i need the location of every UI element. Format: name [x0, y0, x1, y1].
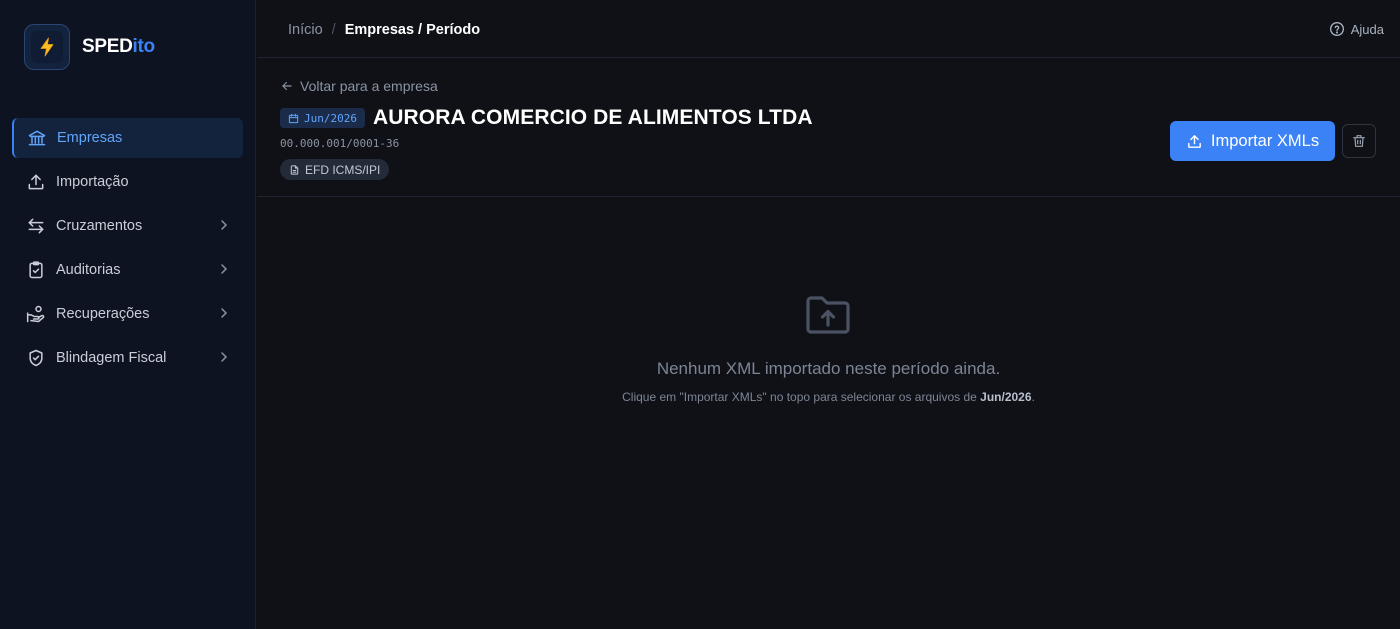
back-link[interactable]: Voltar para a empresa: [280, 78, 438, 94]
calendar-icon: [288, 113, 299, 123]
sidebar-item-label: Empresas: [57, 130, 123, 146]
company-cnpj: 00.000.001/0001-36: [280, 137, 400, 150]
arrows-swap-icon: [26, 216, 46, 236]
doc-type-badge: EFD ICMS/IPI: [280, 159, 390, 180]
help-circle-icon: [1329, 22, 1344, 36]
trash-icon: [1353, 135, 1365, 147]
sidebar-nav: Empresas Importação Cruzamentos Auditori…: [12, 118, 243, 382]
help-button[interactable]: Ajuda: [1329, 21, 1384, 37]
bank-icon: [27, 128, 47, 148]
doc-type-label: EFD ICMS/IPI: [305, 162, 381, 177]
chevron-right-icon: [221, 220, 228, 230]
sidebar-item-recuperacoes[interactable]: Recuperações: [12, 294, 243, 334]
brand[interactable]: SPEDito: [24, 24, 155, 70]
chevron-right-icon: [221, 308, 228, 318]
chevron-right-icon: [221, 352, 228, 362]
company-name: AURORA COMERCIO DE ALIMENTOS LTDA: [373, 106, 813, 129]
sidebar-item-label: Importação: [56, 174, 129, 190]
brand-logo: [24, 24, 70, 70]
period-badge: Jun/2026: [280, 108, 365, 128]
sidebar-item-label: Cruzamentos: [56, 218, 143, 234]
sidebar: SPEDito Empresas Importação Cruzamentos …: [0, 0, 256, 629]
sidebar-item-auditorias[interactable]: Auditorias: [12, 250, 243, 290]
back-link-label: Voltar para a empresa: [300, 78, 438, 94]
help-label: Ajuda: [1350, 21, 1384, 37]
breadcrumb: Início / Empresas / Período: [288, 22, 480, 38]
clipboard-check-icon: [26, 260, 46, 280]
folder-upload-icon: [806, 296, 850, 334]
hand-coins-icon: [26, 304, 46, 324]
topbar: Início / Empresas / Período Ajuda: [257, 0, 1400, 58]
empty-state: Nenhum XML importado neste período ainda…: [257, 197, 1400, 629]
period-header: Voltar para a empresa Jun/2026 AURORA CO…: [257, 58, 1400, 197]
sidebar-item-blindagem-fiscal[interactable]: Blindagem Fiscal: [12, 338, 243, 378]
empty-state-period: Jun/2026: [980, 390, 1032, 404]
upload-icon: [1188, 134, 1201, 148]
arrow-left-icon: [282, 81, 292, 91]
sidebar-item-importacao[interactable]: Importação: [12, 162, 243, 202]
file-text-icon: [290, 164, 299, 175]
delete-period-button[interactable]: [1342, 124, 1376, 158]
sidebar-item-label: Blindagem Fiscal: [56, 350, 167, 366]
upload-icon: [26, 172, 46, 192]
sidebar-item-empresas[interactable]: Empresas: [12, 118, 243, 158]
import-xmls-button[interactable]: Importar XMLs: [1170, 121, 1335, 161]
period-label: Jun/2026: [304, 111, 357, 125]
chevron-right-icon: [221, 264, 228, 274]
sidebar-item-cruzamentos[interactable]: Cruzamentos: [12, 206, 243, 246]
lightning-icon: [40, 37, 54, 57]
empty-state-title: Nenhum XML importado neste período ainda…: [656, 359, 1001, 378]
empty-state-subtitle: Clique em "Importar XMLs" no topo para s…: [622, 390, 1035, 404]
sidebar-item-label: Recuperações: [56, 306, 150, 322]
sidebar-item-label: Auditorias: [56, 262, 121, 278]
breadcrumb-home[interactable]: Início: [288, 22, 323, 38]
shield-check-icon: [26, 348, 46, 368]
import-xmls-label: Importar XMLs: [1210, 131, 1320, 150]
breadcrumb-separator: /: [331, 22, 336, 38]
breadcrumb-current: Empresas / Período: [344, 22, 481, 38]
brand-name: SPEDito: [82, 36, 155, 57]
